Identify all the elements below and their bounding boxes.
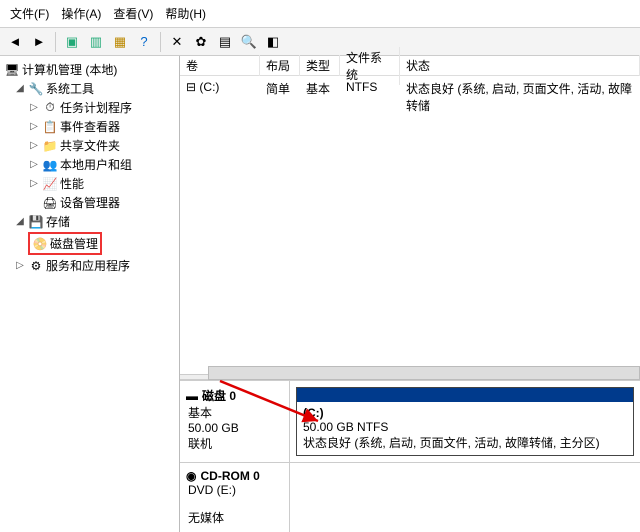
- tree-local-users[interactable]: ▷👥本地用户和组: [2, 155, 177, 174]
- expand-icon[interactable]: ▷: [28, 121, 40, 133]
- menubar: 文件(F) 操作(A) 查看(V) 帮助(H): [0, 0, 640, 28]
- toolbar: ◄ ► ▣ ▥ ▦ ? ✕ ✿ ▤ 🔍 ◧: [0, 28, 640, 56]
- gear-icon: ⚙: [28, 258, 44, 274]
- splitter[interactable]: [180, 374, 640, 380]
- disk-0-row: ▬磁盘 0 基本 50.00 GB 联机 (C:) 50.00 GB NTFS: [180, 380, 640, 462]
- menu-help[interactable]: 帮助(H): [161, 3, 210, 24]
- tree-system-tools[interactable]: ◢🔧系统工具: [2, 79, 177, 98]
- cdrom-0-row: ◉CD-ROM 0 DVD (E:) 无媒体: [180, 462, 640, 532]
- help-icon[interactable]: ?: [133, 31, 155, 53]
- perf-icon: 📈: [42, 176, 58, 192]
- view-icon[interactable]: ◧: [262, 31, 284, 53]
- volume-list: ⊟ (C:) 简单 基本 NTFS 状态良好 (系统, 启动, 页面文件, 活动…: [180, 76, 640, 374]
- volume-header: 卷 布局 类型 文件系统 状态: [180, 56, 640, 76]
- tree-pane: 🖥计算机管理 (本地) ◢🔧系统工具 ▷⏱任务计划程序 ▷📋事件查看器 ▷📁共享…: [0, 56, 180, 532]
- col-status[interactable]: 状态: [400, 55, 640, 76]
- tree-services-apps[interactable]: ▷⚙服务和应用程序: [2, 256, 177, 275]
- settings-icon[interactable]: ✿: [190, 31, 212, 53]
- scrollbar[interactable]: [208, 366, 640, 380]
- tools-icon: 🔧: [28, 81, 44, 97]
- storage-icon: 💾: [28, 214, 44, 230]
- partition-status: 状态良好 (系统, 启动, 页面文件, 活动, 故障转储, 主分区): [303, 434, 627, 451]
- drive-icon: ⊟: [186, 80, 196, 94]
- partition-name: (C:): [303, 406, 627, 420]
- expand-icon[interactable]: ▷: [28, 140, 40, 152]
- content-pane: 卷 布局 类型 文件系统 状态 ⊟ (C:) 简单 基本 NTFS 状态良好 (…: [180, 56, 640, 532]
- tree-event-viewer[interactable]: ▷📋事件查看器: [2, 117, 177, 136]
- cdrom-0-map: [290, 463, 640, 532]
- back-icon[interactable]: ◄: [4, 31, 26, 53]
- event-icon: 📋: [42, 119, 58, 135]
- folder-icon: 📁: [42, 138, 58, 154]
- delete-icon[interactable]: ✕: [166, 31, 188, 53]
- tree-storage[interactable]: ◢💾存储: [2, 212, 177, 231]
- computer-icon: 🖥: [4, 62, 20, 78]
- col-volume[interactable]: 卷: [180, 55, 260, 76]
- device-icon: 🖨: [42, 195, 58, 211]
- separator: [55, 32, 56, 52]
- expand-icon[interactable]: ▷: [14, 260, 26, 272]
- tree-task-scheduler[interactable]: ▷⏱任务计划程序: [2, 98, 177, 117]
- disk-icon: ▬: [186, 389, 198, 403]
- partition-size: 50.00 GB NTFS: [303, 420, 627, 434]
- main-area: 🖥计算机管理 (本地) ◢🔧系统工具 ▷⏱任务计划程序 ▷📋事件查看器 ▷📁共享…: [0, 56, 640, 532]
- tree-disk-management[interactable]: 📀磁盘管理: [2, 231, 177, 256]
- disk-icon: 📀: [32, 236, 48, 252]
- col-layout[interactable]: 布局: [260, 55, 300, 76]
- collapse-icon[interactable]: ◢: [14, 216, 26, 228]
- expand-icon[interactable]: ▷: [28, 102, 40, 114]
- cd-icon: ◉: [186, 469, 196, 483]
- cdrom-0-label[interactable]: ◉CD-ROM 0 DVD (E:) 无媒体: [180, 463, 290, 532]
- find-icon[interactable]: 🔍: [238, 31, 260, 53]
- menu-view[interactable]: 查看(V): [109, 3, 157, 24]
- clock-icon: ⏱: [42, 100, 58, 116]
- expand-icon[interactable]: ▷: [28, 159, 40, 171]
- properties-icon[interactable]: ▦: [109, 31, 131, 53]
- menu-action[interactable]: 操作(A): [57, 3, 105, 24]
- disk-0-map: (C:) 50.00 GB NTFS 状态良好 (系统, 启动, 页面文件, 活…: [290, 381, 640, 462]
- users-icon: 👥: [42, 157, 58, 173]
- show-hide-tree-icon[interactable]: ▥: [85, 31, 107, 53]
- action-icon[interactable]: ▤: [214, 31, 236, 53]
- tree-performance[interactable]: ▷📈性能: [2, 174, 177, 193]
- volume-row[interactable]: ⊟ (C:) 简单 基本 NTFS 状态良好 (系统, 启动, 页面文件, 活动…: [180, 76, 640, 118]
- partition-c[interactable]: (C:) 50.00 GB NTFS 状态良好 (系统, 启动, 页面文件, 活…: [296, 387, 634, 456]
- tree-device-manager[interactable]: 🖨设备管理器: [2, 193, 177, 212]
- forward-icon[interactable]: ►: [28, 31, 50, 53]
- menu-file[interactable]: 文件(F): [6, 3, 53, 24]
- expand-icon[interactable]: ▷: [28, 178, 40, 190]
- tree-root[interactable]: 🖥计算机管理 (本地): [2, 60, 177, 79]
- tree-shared-folders[interactable]: ▷📁共享文件夹: [2, 136, 177, 155]
- separator: [160, 32, 161, 52]
- collapse-icon[interactable]: ◢: [14, 83, 26, 95]
- partition-header: [297, 388, 633, 402]
- col-type[interactable]: 类型: [300, 55, 340, 76]
- up-icon[interactable]: ▣: [61, 31, 83, 53]
- disk-0-label[interactable]: ▬磁盘 0 基本 50.00 GB 联机: [180, 381, 290, 462]
- disk-graphic-pane: ▬磁盘 0 基本 50.00 GB 联机 (C:) 50.00 GB NTFS: [180, 380, 640, 532]
